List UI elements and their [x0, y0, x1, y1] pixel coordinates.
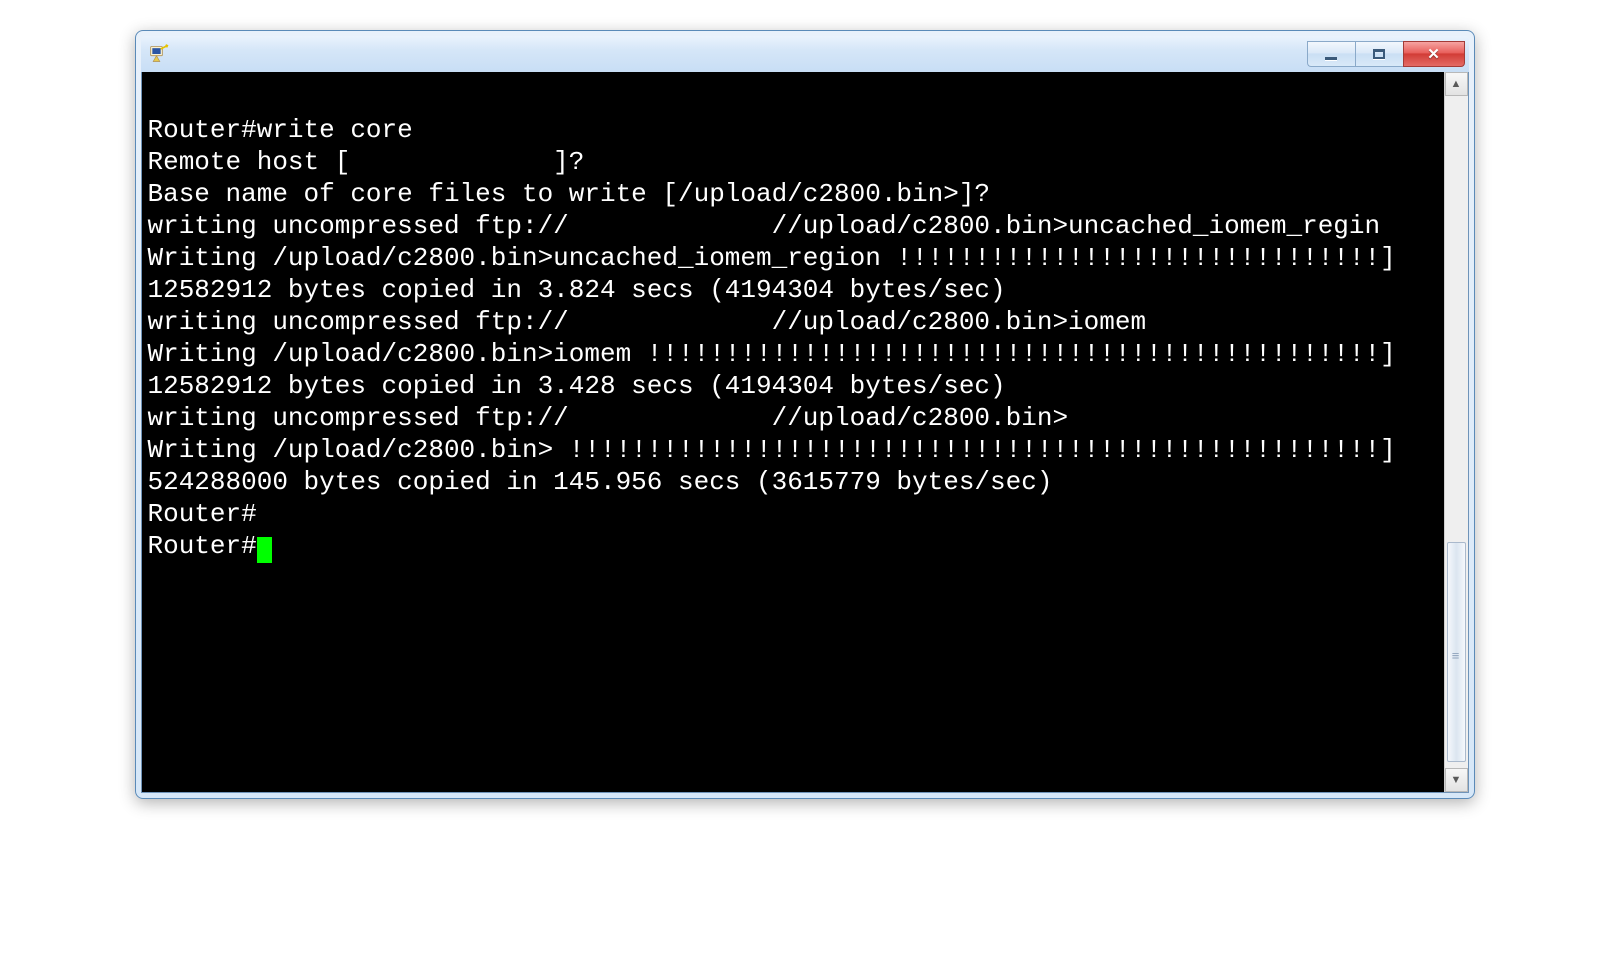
- terminal-output: Router#write coreRemote host [ ]?Base na…: [148, 114, 1438, 562]
- terminal-line: writing uncompressed ftp:// //upload/c28…: [148, 210, 1438, 242]
- terminal-line: 12582912 bytes copied in 3.824 secs (419…: [148, 274, 1438, 306]
- terminal-line: Router#write core: [148, 114, 1438, 146]
- scrollbar-thumb[interactable]: [1447, 542, 1466, 762]
- terminal-line: 524288000 bytes copied in 145.956 secs (…: [148, 466, 1438, 498]
- terminal-line: writing uncompressed ftp:// //upload/c28…: [148, 402, 1438, 434]
- cursor: [257, 537, 272, 563]
- terminal-line: 12582912 bytes copied in 3.428 secs (419…: [148, 370, 1438, 402]
- chevron-down-icon: ▼: [1451, 774, 1462, 786]
- titlebar[interactable]: ✕: [141, 36, 1469, 72]
- terminal-line: Writing /upload/c2800.bin> !!!!!!!!!!!!!…: [148, 434, 1438, 466]
- app-window: ✕ Router#write coreRemote host [ ]?Base …: [135, 30, 1475, 799]
- vertical-scrollbar[interactable]: ▲ ▼: [1444, 72, 1468, 792]
- minimize-button[interactable]: [1307, 41, 1355, 67]
- terminal-line: writing uncompressed ftp:// //upload/c28…: [148, 306, 1438, 338]
- scroll-up-button[interactable]: ▲: [1445, 72, 1468, 96]
- close-icon: ✕: [1427, 47, 1440, 62]
- chevron-up-icon: ▲: [1451, 78, 1462, 90]
- terminal-line: Base name of core files to write [/uploa…: [148, 178, 1438, 210]
- window-controls: ✕: [1307, 41, 1465, 67]
- maximize-icon: [1373, 49, 1385, 59]
- close-button[interactable]: ✕: [1403, 41, 1465, 67]
- terminal-line: Router#: [148, 498, 1438, 530]
- terminal-line: Remote host [ ]?: [148, 146, 1438, 178]
- terminal[interactable]: Router#write coreRemote host [ ]?Base na…: [142, 72, 1444, 792]
- terminal-line: Router#: [148, 530, 1438, 562]
- minimize-icon: [1325, 57, 1337, 60]
- scroll-down-button[interactable]: ▼: [1445, 768, 1468, 792]
- maximize-button[interactable]: [1355, 41, 1403, 67]
- terminal-line: Writing /upload/c2800.bin>iomem !!!!!!!!…: [148, 338, 1438, 370]
- terminal-line: Writing /upload/c2800.bin>uncached_iomem…: [148, 242, 1438, 274]
- client-area: Router#write coreRemote host [ ]?Base na…: [141, 72, 1469, 793]
- scrollbar-track[interactable]: [1445, 96, 1468, 768]
- app-icon: [149, 44, 169, 64]
